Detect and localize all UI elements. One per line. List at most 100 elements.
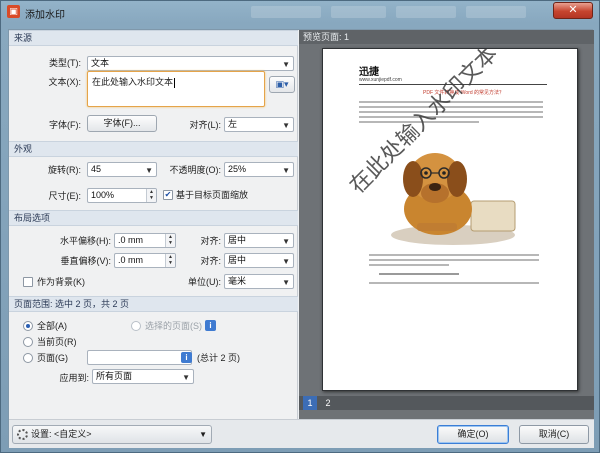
apply-to-label: 应用到:: [59, 373, 89, 383]
scale-to-page-checkbox[interactable]: ✔: [163, 190, 173, 200]
horizontal-align-value: 居中: [228, 235, 247, 245]
apply-to-select[interactable]: 所有页面 ▼: [92, 369, 194, 384]
text-line: [369, 254, 539, 256]
align-select-value: 左: [228, 119, 238, 129]
watermark-text-input[interactable]: 在此处输入水印文本: [87, 71, 265, 107]
text-line: [359, 116, 543, 118]
range-all-radio[interactable]: [23, 321, 33, 331]
chevron-down-icon: ▼: [282, 121, 290, 130]
dialog-body: 来源 类型(T): 文本 ▼ 文本(X): 在此处输入水印文本 ▣▾ 字体(F)…: [8, 29, 594, 448]
horizontal-offset-value: .0 mm: [118, 235, 144, 245]
text-caret: [174, 77, 176, 88]
horizontal-align-select[interactable]: 居中 ▼: [224, 233, 294, 248]
range-all-label: 全部(A): [37, 321, 67, 331]
dialog-footer: 设置: <自定义> ▼ 确定(O) 取消(C): [9, 419, 594, 448]
page-range-section-header: 页面范围: 选中 2 页，共 2 页: [9, 296, 298, 312]
vertical-align-label: 对齐:: [200, 256, 221, 266]
type-select[interactable]: 文本 ▼: [87, 56, 294, 71]
vertical-align-select[interactable]: 居中 ▼: [224, 253, 294, 268]
font-label: 字体(F):: [49, 120, 81, 130]
background-window-tab: [331, 6, 386, 18]
total-pages-label: (总计 2 页): [197, 353, 241, 363]
vertical-offset-value: .0 mm: [118, 255, 144, 265]
size-spinner[interactable]: ▲ ▼: [146, 189, 156, 202]
close-button[interactable]: ✕: [553, 2, 593, 19]
opacity-input[interactable]: 25% ▼: [224, 162, 294, 177]
horizontal-offset-spinner[interactable]: ▲ ▼: [165, 234, 175, 247]
range-current-label: 当前页(R): [37, 337, 77, 347]
size-label: 尺寸(E):: [48, 191, 82, 201]
text-line: [369, 264, 449, 266]
info-icon[interactable]: i: [205, 320, 216, 331]
apply-to-value: 所有页面: [96, 371, 133, 381]
size-input[interactable]: 100% ▲ ▼: [87, 188, 157, 203]
opacity-value: 25%: [228, 164, 247, 174]
pages-input[interactable]: [87, 350, 192, 365]
ok-button[interactable]: 确定(O): [437, 425, 509, 444]
chevron-down-icon: ▼: [282, 257, 290, 266]
as-background-label: 作为背景(K): [37, 277, 85, 287]
horizontal-offset-input[interactable]: .0 mm ▲ ▼: [114, 233, 176, 248]
unit-select[interactable]: 毫米 ▼: [224, 274, 294, 289]
chevron-down-icon: ▼: [282, 278, 290, 287]
range-pages-label: 页面(G): [37, 353, 68, 363]
info-icon[interactable]: i: [181, 352, 192, 363]
preview-page-title: 迅捷: [359, 67, 379, 78]
text-line: [369, 259, 539, 261]
appearance-section-header: 外观: [9, 141, 298, 157]
settings-dropdown[interactable]: 设置: <自定义> ▼: [12, 425, 212, 444]
chevron-down-icon: ▼: [145, 166, 153, 175]
range-pages-radio[interactable]: [23, 353, 33, 363]
chevron-down-icon: ▼: [282, 60, 290, 69]
scale-to-page-label: 基于目标页面缩放: [176, 190, 249, 200]
preview-page: 迅捷 www.xunjiepdf.com PDF 文件转换成 Word 的常见方…: [322, 48, 578, 391]
vertical-offset-spinner[interactable]: ▲ ▼: [165, 254, 175, 267]
rotation-input[interactable]: 45 ▼: [87, 162, 157, 177]
preview-panel: 预览页面: 1 迅捷 www.xunjiepdf.com PDF 文件转换成 W…: [299, 30, 594, 419]
unit-label: 单位(U):: [188, 277, 221, 287]
preview-page-subtitle: www.xunjiepdf.com: [359, 77, 402, 83]
layout-section-header: 布局选项: [9, 210, 298, 226]
horizontal-offset-label: 水平偏移(H):: [60, 236, 111, 246]
size-value: 100%: [91, 190, 115, 200]
preview-page-2[interactable]: 2: [321, 396, 335, 410]
background-window-tab: [251, 6, 321, 18]
range-current-radio[interactable]: [23, 337, 33, 347]
text-line: [369, 282, 539, 284]
text-label: 文本(X):: [48, 77, 82, 87]
add-watermark-dialog: ▣ 添加水印 ✕ 来源 类型(T): 文本 ▼ 文本(X): 在此处输入水印文本…: [0, 0, 600, 453]
gear-icon: [17, 429, 28, 440]
align-label: 对齐(L):: [189, 120, 221, 130]
chevron-down-icon: ▼: [282, 166, 290, 175]
chevron-down-icon: ▼: [182, 373, 190, 382]
horizontal-align-label: 对齐:: [200, 236, 221, 246]
opacity-label: 不透明度(O):: [169, 165, 222, 175]
rotation-label: 旋转(R):: [48, 165, 81, 175]
background-window-tab: [396, 6, 456, 18]
window-title: 添加水印: [25, 10, 65, 21]
rotation-value: 45: [91, 164, 102, 174]
app-icon: ▣: [7, 5, 20, 18]
settings-label: 设置:: [31, 429, 52, 439]
source-section-header: 来源: [9, 30, 298, 46]
settings-value: <自定义>: [54, 429, 92, 439]
unit-value: 毫米: [228, 276, 247, 286]
align-select[interactable]: 左 ▼: [224, 117, 294, 132]
type-label: 类型(T):: [49, 58, 81, 68]
as-background-checkbox[interactable]: [23, 277, 33, 287]
preview-header: 预览页面: 1: [299, 30, 594, 44]
variable-icon: ▣▾: [275, 79, 289, 89]
options-panel: 来源 类型(T): 文本 ▼ 文本(X): 在此处输入水印文本 ▣▾ 字体(F)…: [9, 30, 298, 419]
title-bar: ▣ 添加水印 ✕: [1, 1, 599, 23]
preview-pager: 1 2: [299, 396, 594, 410]
cancel-button[interactable]: 取消(C): [519, 425, 589, 444]
chevron-down-icon: ▼: [199, 430, 207, 439]
chevron-down-icon: ▼: [282, 237, 290, 246]
insert-variable-button[interactable]: ▣▾: [269, 76, 295, 93]
vertical-offset-label: 垂直偏移(V):: [60, 256, 112, 266]
type-select-value: 文本: [91, 58, 110, 68]
vertical-offset-input[interactable]: .0 mm ▲ ▼: [114, 253, 176, 268]
preview-page-1[interactable]: 1: [303, 396, 317, 410]
range-selected-radio[interactable]: [131, 321, 141, 331]
font-button[interactable]: 字体(F)...: [87, 115, 157, 132]
